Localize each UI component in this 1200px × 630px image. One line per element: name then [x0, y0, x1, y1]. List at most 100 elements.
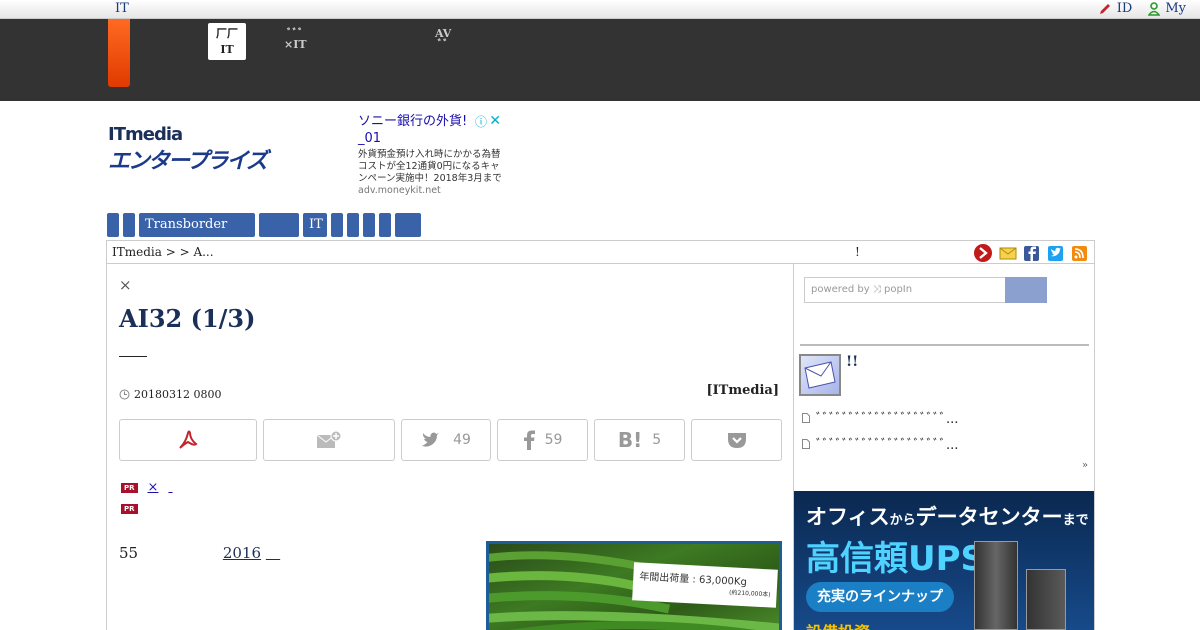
pr-link-text[interactable]: × [148, 480, 159, 495]
top-utility-bar: IT ID My [0, 0, 1200, 19]
pr-link-1[interactable]: PR × [121, 480, 194, 495]
document-icon [802, 438, 810, 449]
tab-enterprise[interactable]: 厂厂 IT [208, 23, 246, 60]
account-links: ID My [1098, 1, 1186, 16]
id-link[interactable]: ID [1098, 1, 1133, 16]
mail-icon[interactable] [999, 243, 1017, 263]
ups-unit-image [974, 541, 1018, 630]
my-link-label: My [1165, 1, 1186, 16]
logo-enterprise: エンタープライズ [108, 149, 268, 174]
pr-link-2[interactable]: PR [121, 504, 164, 514]
breadcrumb-bar: ITmedia > > A... ! [106, 240, 1095, 264]
logo-itmedia: ITmedia [108, 124, 183, 145]
pr-badge: PR [121, 482, 138, 493]
id-link-label: ID [1116, 1, 1133, 16]
tab-line1: 厂厂 [216, 27, 238, 40]
rss-icon[interactable] [1071, 243, 1089, 263]
sidebar-link-text: ﾞﾞﾞﾞﾞﾞﾞﾞﾞﾞﾞﾞﾞﾞﾞﾞﾞﾞﾞﾞ... [816, 412, 959, 427]
ad-title-suffix: _01 [358, 131, 382, 146]
text-ad[interactable]: ⓘ ✕ ソニー銀行の外貨! _01 外貨預金預け入れ時にかかる為替コストが全12… [358, 113, 503, 197]
pr-link-blank[interactable] [168, 480, 194, 495]
more-link[interactable]: » [1082, 460, 1088, 471]
facebook-icon [523, 430, 535, 450]
site-logo[interactable]: ITmedia エンタープライズ [108, 124, 268, 175]
twitter-icon [422, 432, 440, 447]
article-source: [ITmedia] [706, 383, 779, 398]
mail-add-button[interactable] [263, 419, 395, 461]
sidebar-link-text: ﾞﾞﾞﾞﾞﾞﾞﾞﾞﾞﾞﾞﾞﾞﾞﾞﾞﾞﾞﾞ... [816, 438, 959, 453]
menu-item[interactable] [123, 213, 135, 237]
document-icon [802, 412, 810, 423]
body-link[interactable]: 2016 [223, 544, 261, 562]
pocket-button[interactable] [691, 419, 782, 461]
menu-item-it[interactable]: IT [303, 213, 327, 237]
ups-unit-image [1026, 569, 1066, 630]
breadcrumb[interactable]: ITmedia > > A... [112, 245, 214, 259]
banner-footer-text: 設備投資... [806, 619, 888, 630]
menu-item[interactable] [363, 213, 375, 237]
facebook-icon[interactable] [1023, 243, 1041, 263]
banner-headline-c: データセンター [915, 505, 1063, 529]
body-number: 55 [119, 544, 139, 562]
pocket-icon [727, 433, 746, 448]
sidebar: powered by ⤨ popIn !! ﾞﾞﾞﾞﾞﾞﾞﾞﾞﾞﾞﾞﾞﾞﾞﾞﾞﾞ… [794, 264, 1095, 630]
facebook-count: 59 [544, 432, 563, 448]
ups-ad-banner[interactable]: オフィスからデータセンターまで 高信頼UPS 充実のラインナップ 設備投資... [794, 491, 1094, 630]
pr-badge: PR [121, 504, 138, 514]
pencil-icon [1099, 3, 1110, 14]
hatena-icon: B! [617, 428, 643, 452]
breadcrumb-notice: ! [855, 245, 860, 259]
sidebar-link[interactable]: ﾞﾞﾞﾞﾞﾞﾞﾞﾞﾞﾞﾞﾞﾞﾞﾞﾞﾞﾞﾞ... [802, 408, 958, 427]
search-button[interactable] [1005, 277, 1047, 303]
hatena-share-button[interactable]: B! 5 [594, 419, 685, 461]
my-link[interactable]: My [1148, 1, 1186, 16]
ad-close-icon[interactable]: ✕ [489, 113, 501, 129]
banner-headline-b: から [889, 513, 916, 528]
ad-description: 外貨預金預け入れ時にかかる為替コストが全12通貨0円になるキャンペーン実施中！2… [358, 149, 502, 184]
article-photo: 年間出荷量 : 63,000Kg (約210,000本) [486, 541, 782, 630]
twitter-icon[interactable] [1047, 243, 1065, 263]
pdf-button[interactable] [119, 419, 257, 461]
tab-av[interactable]: AV ﾞﾞ [435, 28, 451, 50]
article-body: 55 2016 [119, 544, 280, 562]
date-text: 20180312 0800 [134, 388, 222, 401]
menu-item[interactable] [259, 213, 299, 237]
article-date: 20180312 0800 [119, 388, 221, 401]
banner-product: 高信頼UPS [806, 539, 986, 579]
article-main: × AI32 (1/3) 20180312 0800 [ITmedia] 49 … [106, 264, 794, 630]
clock-icon [119, 389, 130, 400]
facebook-share-button[interactable]: 59 [497, 419, 588, 461]
pdf-icon [179, 430, 198, 449]
user-icon [1148, 1, 1161, 16]
sidebar-link[interactable]: ﾞﾞﾞﾞﾞﾞﾞﾞﾞﾞﾞﾞﾞﾞﾞﾞﾞﾞﾞﾞ... [802, 434, 958, 453]
menu-item[interactable] [395, 213, 421, 237]
envelope-icon [804, 361, 836, 389]
tab-line2: IT [220, 43, 234, 56]
sidebar-divider [800, 344, 1089, 346]
title-rule [119, 356, 147, 357]
menu-item[interactable] [107, 213, 119, 237]
twitter-share-button[interactable]: 49 [401, 419, 491, 461]
mail-add-icon [316, 431, 342, 448]
ad-info-icon[interactable]: ⓘ [475, 113, 487, 130]
article-title: AI32 (1/3) [119, 304, 256, 333]
body-link-blank[interactable] [266, 544, 280, 562]
site-brand-link[interactable]: IT [115, 1, 129, 16]
banner-lineup-button[interactable]: 充実のラインナップ [806, 582, 954, 612]
ad-url: adv.moneykit.net [358, 185, 441, 196]
mail-magazine-title[interactable]: !! [846, 354, 858, 370]
brand-flag [108, 19, 130, 87]
channel-nav: 厂厂 IT ﾞﾞﾞ ×IT AV ﾞﾞ [0, 19, 1200, 101]
search-input[interactable]: powered by ⤨ popIn [804, 277, 1006, 303]
menu-item-transborder[interactable]: Transborder [139, 213, 255, 237]
menu-item[interactable] [379, 213, 391, 237]
mail-magazine-icon [799, 354, 841, 396]
banner-headline-d: まで [1062, 513, 1089, 528]
tab-x-it[interactable]: ﾞﾞﾞ ×IT [284, 28, 307, 50]
banner-headline-a: オフィス [806, 505, 890, 529]
close-icon[interactable]: × [119, 276, 132, 294]
arrow-circle-icon[interactable] [973, 243, 993, 263]
menu-item[interactable] [347, 213, 359, 237]
twitter-count: 49 [453, 432, 471, 448]
menu-item[interactable] [331, 213, 343, 237]
